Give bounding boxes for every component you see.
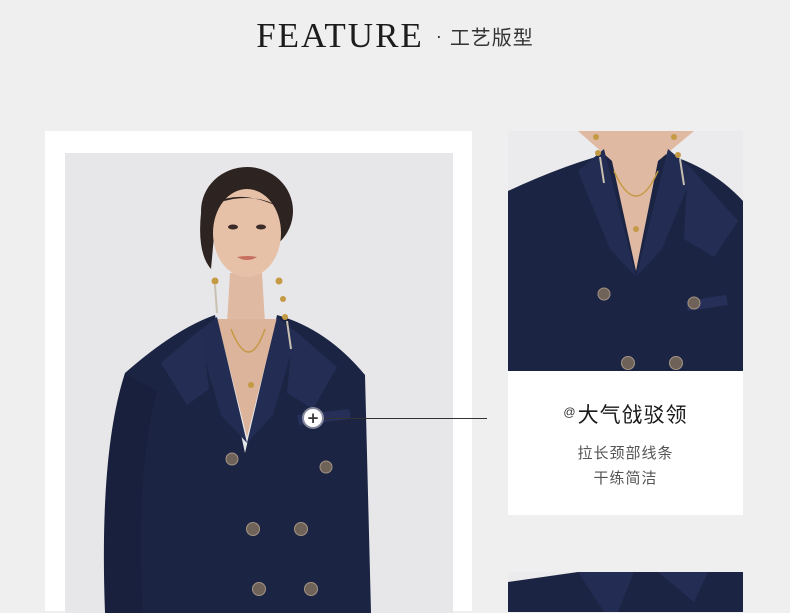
- collar-closeup-photo: [508, 131, 743, 371]
- at-mark: @: [563, 404, 576, 419]
- plus-icon[interactable]: +: [304, 409, 322, 427]
- section-header: FEATURE · 工艺版型: [0, 16, 790, 60]
- feature-title: FEATURE: [256, 16, 424, 55]
- caption-title: 大气戗驳领: [577, 403, 688, 427]
- jacket-closeup-photo: [508, 572, 743, 612]
- caption-line-2: 干练简洁: [593, 469, 658, 487]
- caption-title-row: @大气戗驳领: [508, 399, 743, 429]
- model-photo: [65, 153, 453, 613]
- title-separator: ·: [435, 25, 442, 46]
- caption-line-1: 拉长颈部线条: [577, 444, 674, 462]
- feature-subtitle: 工艺版型: [449, 25, 534, 50]
- hotspot-leader-line: [321, 418, 487, 419]
- feature-caption-card: @大气戗驳领 拉长颈部线条 干练简洁: [508, 371, 743, 515]
